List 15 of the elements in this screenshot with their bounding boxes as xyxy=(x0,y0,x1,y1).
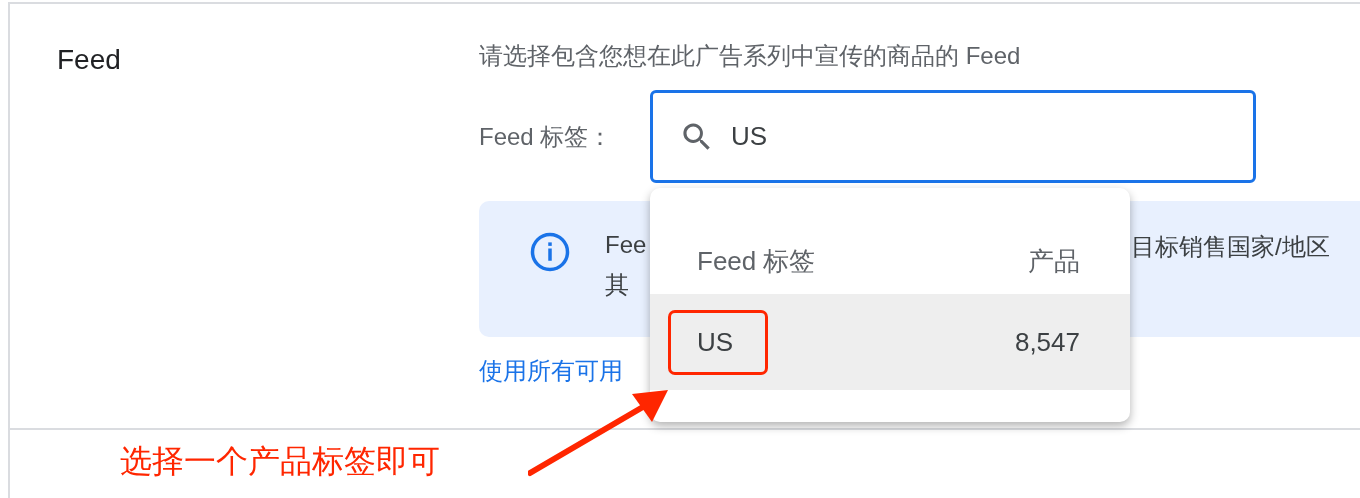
search-field[interactable]: US xyxy=(650,90,1256,183)
dropdown-option[interactable]: US 8,547 xyxy=(650,294,1130,390)
field-value: US xyxy=(731,121,769,152)
column-header: 产品 xyxy=(1028,244,1080,278)
annotation-text: 选择一个产品标签即可 xyxy=(120,442,440,481)
section-title: Feed xyxy=(57,44,121,75)
option-label: US xyxy=(697,326,734,358)
info-text: Fee xyxy=(605,231,647,260)
info-text: 目标销售国家/地区 xyxy=(1131,232,1330,262)
info-icon xyxy=(529,231,571,273)
description-text: 请选择包含您想在此广告系列中宣传的商品的 Feed xyxy=(479,41,1022,71)
field-label: Feed 标签： xyxy=(479,121,614,152)
option-count: 8,547 xyxy=(1014,326,1080,358)
column-header: Feed 标签 xyxy=(697,244,816,278)
info-text: 其 xyxy=(605,270,629,300)
